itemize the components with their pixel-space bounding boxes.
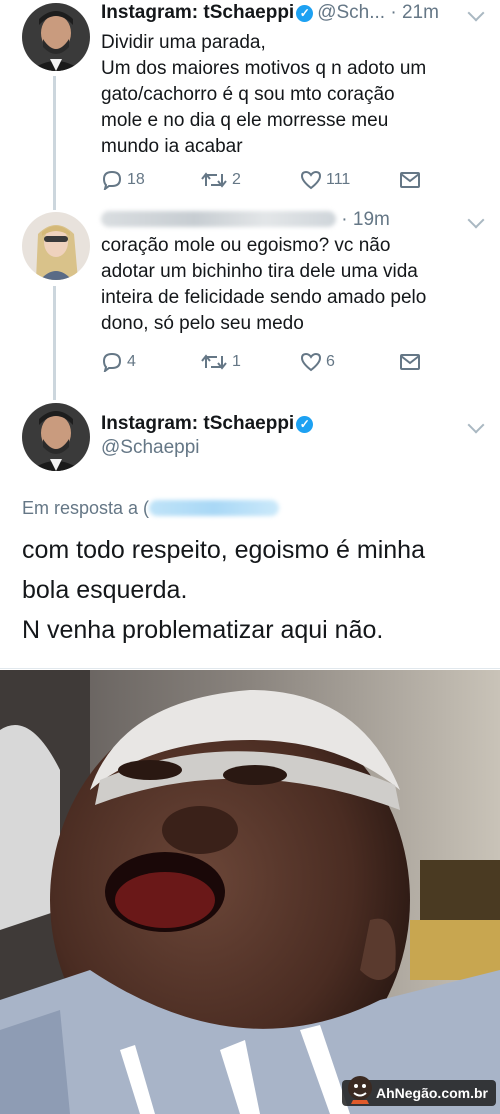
redacted-handle[interactable] — [149, 500, 280, 516]
verified-icon: ✓ — [296, 5, 314, 22]
retweet-icon — [201, 354, 227, 370]
verified-icon: ✓ — [296, 416, 314, 433]
like-button[interactable]: 111 — [300, 167, 350, 193]
tweet-actions: 4 1 6 — [101, 349, 431, 375]
divider — [0, 668, 500, 669]
like-button[interactable]: 6 — [300, 349, 335, 375]
reply-icon — [102, 170, 122, 190]
avatar[interactable] — [22, 403, 90, 471]
display-name[interactable]: Instagram: tSchaeppi — [101, 413, 294, 434]
watermark-text: AhNegão.com.br — [375, 1085, 488, 1101]
like-icon — [300, 170, 322, 190]
tweet-text: coração mole ou egoismo? vc não adotar u… — [101, 235, 427, 334]
reply-icon — [102, 352, 122, 372]
meme-photo: AhNegão.com.br — [0, 670, 500, 1114]
reply-button[interactable]: 4 — [101, 349, 136, 375]
retweet-count: 1 — [232, 353, 241, 370]
retweet-count: 2 — [232, 171, 241, 188]
tweet-actions: 18 2 111 — [101, 167, 431, 193]
tweet-text: com todo respeito, egoismo é minha bola … — [22, 536, 425, 644]
chevron-down-icon[interactable] — [467, 4, 485, 22]
thread-line — [53, 286, 56, 400]
tweet-header: · 19m — [101, 209, 390, 231]
dm-button[interactable] — [399, 349, 425, 375]
retweet-button[interactable]: 2 — [200, 167, 241, 193]
tweet-header: Instagram: tSchaeppi ✓ @Sch... · 21m — [101, 2, 439, 24]
like-icon — [300, 352, 322, 372]
handle[interactable]: @Schaeppi — [101, 437, 200, 459]
watermark: AhNegão.com.br — [341, 1076, 496, 1106]
avatar[interactable] — [22, 212, 90, 280]
redacted-name — [101, 211, 336, 227]
retweet-button[interactable]: 1 — [200, 349, 241, 375]
reply-count: 18 — [127, 171, 145, 188]
display-name[interactable]: Instagram: tSchaeppi — [101, 2, 294, 23]
tweet-original[interactable]: Instagram: tSchaeppi ✓ @Sch... · 21m Divid… — [0, 0, 500, 206]
like-count: 111 — [326, 171, 351, 188]
reply-context: Em resposta a ( — [22, 498, 280, 519]
handle-time: @Sch... · 21m — [317, 2, 439, 23]
dm-icon — [400, 172, 420, 188]
like-count: 6 — [326, 353, 335, 370]
reply-button[interactable]: 18 — [101, 167, 145, 193]
tweet-time: · 19m — [341, 209, 390, 230]
chevron-down-icon[interactable] — [467, 416, 485, 434]
tweet-text: Dividir uma parada, Um dos maiores motiv… — [101, 32, 427, 157]
dm-icon — [400, 354, 420, 370]
thread-line — [53, 200, 56, 210]
tweet-reply[interactable]: · 19m coração mole ou egoismo? vc não ad… — [0, 200, 500, 400]
thread-line — [53, 76, 56, 206]
avatar[interactable] — [22, 3, 90, 71]
reply-count: 4 — [127, 353, 136, 370]
dm-button[interactable] — [399, 167, 425, 193]
logo-icon — [347, 1076, 372, 1104]
chevron-down-icon[interactable] — [467, 211, 485, 229]
retweet-icon — [201, 172, 227, 188]
tweet-header: Instagram: tSchaeppi ✓ — [101, 413, 317, 435]
